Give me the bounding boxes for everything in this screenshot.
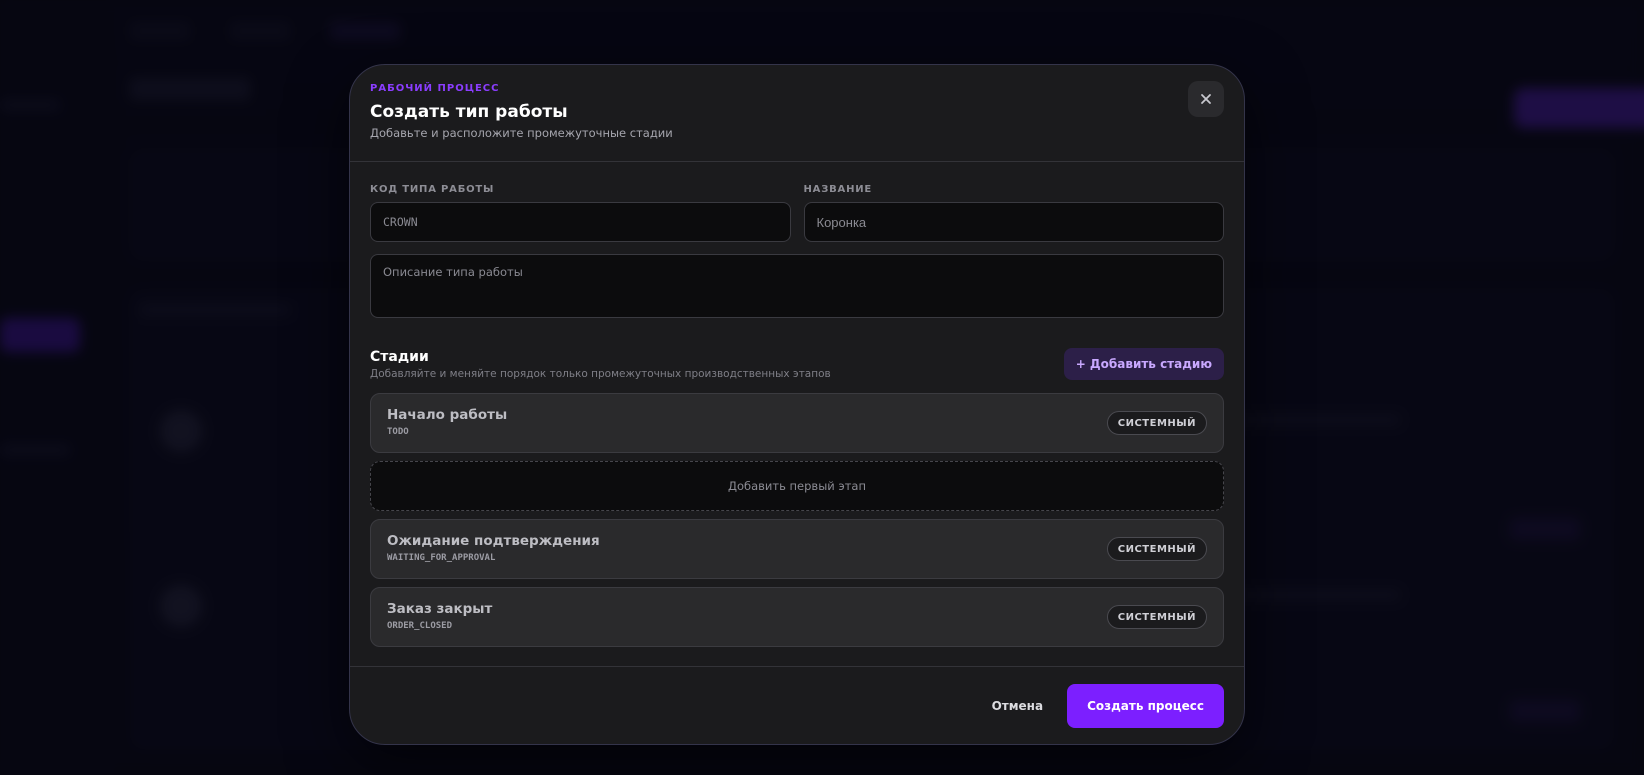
stage-item: Начало работы TODO СИСТЕМНЫЙ: [370, 393, 1224, 453]
stage-name: Заказ закрыт: [387, 601, 493, 617]
stage-item: Ожидание подтверждения WAITING_FOR_APPRO…: [370, 519, 1224, 579]
dialog-eyebrow: РАБОЧИЙ ПРОЦЕСС: [370, 83, 500, 94]
system-badge: СИСТЕМНЫЙ: [1106, 537, 1207, 561]
system-badge: СИСТЕМНЫЙ: [1106, 605, 1207, 629]
stage-code: WAITING_FOR_APPROVAL: [387, 553, 496, 563]
dialog-header: РАБОЧИЙ ПРОЦЕСС Создать тип работы Добав…: [350, 65, 1244, 162]
name-field: НАЗВАНИЕ: [803, 184, 1224, 242]
description-textarea[interactable]: [370, 254, 1224, 318]
stage-list: Начало работы TODO СИСТЕМНЫЙ Добавить пе…: [370, 393, 1224, 647]
name-input[interactable]: [803, 202, 1224, 242]
stage-name: Начало работы: [387, 407, 508, 423]
close-icon: [1201, 94, 1211, 104]
cancel-button[interactable]: Отмена: [992, 699, 1044, 713]
fields-row: КОД ТИПА РАБОТЫ НАЗВАНИЕ: [370, 184, 1224, 242]
code-input[interactable]: [370, 202, 791, 242]
create-process-button[interactable]: Создать процесс: [1067, 683, 1224, 728]
stage-code: TODO: [387, 427, 409, 437]
code-field: КОД ТИПА РАБОТЫ: [370, 184, 791, 242]
create-work-type-dialog: РАБОЧИЙ ПРОЦЕСС Создать тип работы Добав…: [349, 64, 1245, 745]
stage-name: Ожидание подтверждения: [387, 533, 600, 549]
system-badge: СИСТЕМНЫЙ: [1106, 411, 1207, 435]
dialog-title: Создать тип работы: [370, 102, 568, 122]
add-first-stage-dropzone[interactable]: Добавить первый этап: [370, 461, 1224, 511]
name-field-label: НАЗВАНИЕ: [803, 184, 873, 195]
add-stage-button[interactable]: + Добавить стадию: [1063, 348, 1224, 380]
dialog-body: КОД ТИПА РАБОТЫ НАЗВАНИЕ Стадии Добавляй…: [350, 162, 1244, 647]
dialog-footer: Отмена Создать процесс: [350, 666, 1244, 744]
dialog-subtitle: Добавьте и расположите промежуточные ста…: [370, 126, 673, 140]
close-button[interactable]: [1188, 81, 1224, 117]
stages-header: Стадии Добавляйте и меняйте порядок толь…: [370, 348, 1224, 383]
stage-code: ORDER_CLOSED: [387, 621, 453, 631]
stage-item: Заказ закрыт ORDER_CLOSED СИСТЕМНЫЙ: [370, 587, 1224, 647]
code-field-label: КОД ТИПА РАБОТЫ: [370, 184, 495, 195]
